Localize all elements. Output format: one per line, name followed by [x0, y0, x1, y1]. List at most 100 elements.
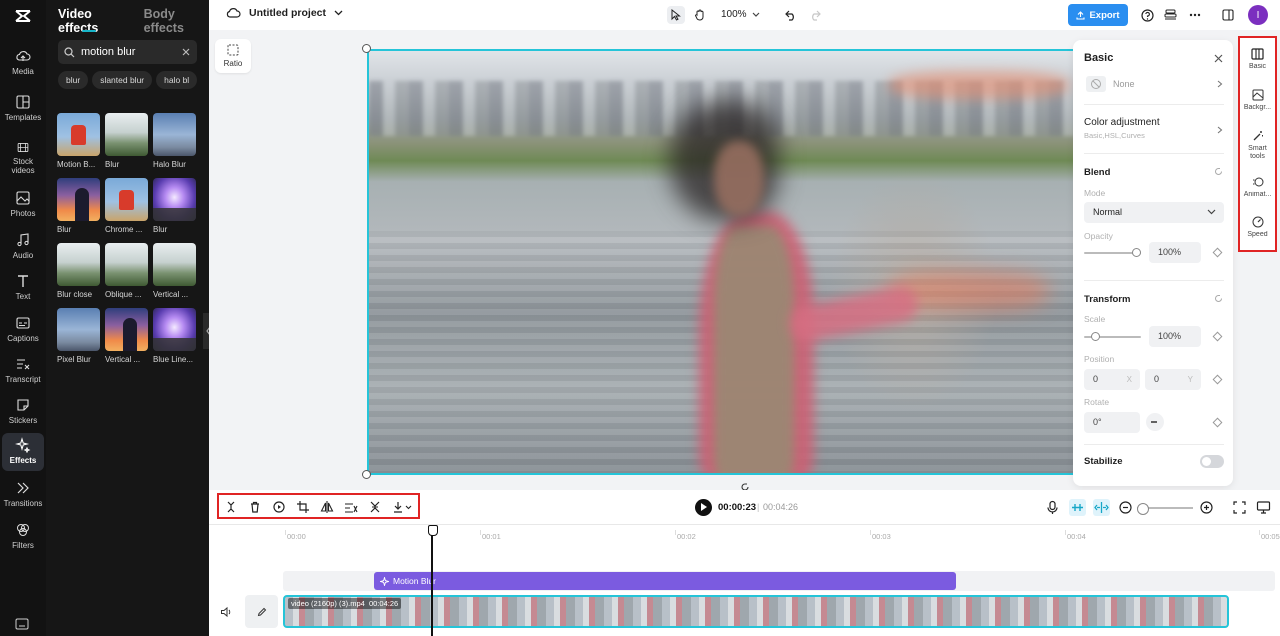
resize-handle-bottom-left[interactable] [362, 470, 371, 479]
close-icon[interactable] [1214, 54, 1223, 63]
speaker-icon[interactable] [220, 606, 232, 618]
timeline[interactable]: 00:00 00:01 00:02 00:03 00:04 00:05 Motion Bl… [209, 525, 1280, 636]
effect-tile[interactable]: Motion B... [57, 113, 100, 169]
mask-none-row[interactable]: None [1084, 76, 1224, 96]
opacity-slider[interactable] [1084, 248, 1141, 257]
redo-button[interactable] [806, 6, 824, 24]
tool-basic[interactable]: Basic [1240, 48, 1275, 71]
stack-button[interactable] [1161, 6, 1179, 24]
fullscreen-icon[interactable] [1232, 500, 1247, 515]
effect-tile[interactable]: Vertical ... [105, 308, 148, 364]
rail-item-filters[interactable]: Filters [2, 518, 44, 556]
clear-search-icon[interactable] [181, 47, 191, 57]
toggle-layout-button[interactable] [1219, 6, 1237, 24]
effect-tile[interactable]: Oblique ... [105, 243, 148, 299]
rail-item-audio[interactable]: Audio [2, 228, 44, 266]
user-avatar[interactable]: I [1248, 5, 1268, 25]
opacity-input[interactable]: 100% [1149, 242, 1201, 263]
display-settings-icon[interactable] [1256, 500, 1271, 515]
rail-item-templates[interactable]: Templates [2, 90, 44, 128]
resize-handle-top-left[interactable] [362, 44, 371, 53]
keyboard-icon[interactable] [15, 618, 29, 630]
reset-icon[interactable] [1214, 294, 1223, 303]
chip-halo-blur[interactable]: halo bl [156, 71, 198, 89]
rotate-dial[interactable] [1146, 413, 1164, 431]
tab-body-effects[interactable]: Body effects [144, 7, 209, 35]
zoom-in-icon[interactable] [1199, 500, 1214, 515]
rail-item-photos[interactable]: Photos [2, 186, 44, 224]
more-options-button[interactable] [1186, 6, 1204, 24]
adjust-speed-icon[interactable] [344, 500, 358, 514]
effect-tile[interactable]: Chrome ... [105, 178, 148, 234]
effects-search-box[interactable] [58, 40, 197, 64]
help-button[interactable] [1138, 6, 1156, 24]
cover-button[interactable] [245, 595, 278, 628]
freeze-icon[interactable] [368, 500, 382, 514]
chip-slanted-blur[interactable]: slanted blur [92, 71, 153, 89]
tool-background[interactable]: Backgr... [1240, 89, 1275, 112]
search-input[interactable] [81, 46, 167, 58]
position-y-input[interactable]: 0Y [1145, 369, 1201, 390]
effect-tile[interactable]: Blur [153, 178, 196, 234]
rail-item-stock-videos[interactable]: Stock videos [2, 137, 44, 175]
rail-item-transcript[interactable]: Transcript [2, 352, 44, 390]
scale-slider-knob[interactable] [1091, 332, 1100, 341]
split-icon[interactable] [224, 500, 238, 514]
rotate-input[interactable]: 0° [1084, 412, 1140, 433]
position-x-input[interactable]: 0X [1084, 369, 1140, 390]
effect-tile[interactable]: Halo Blur [153, 113, 196, 169]
crop-icon[interactable] [296, 500, 310, 514]
export-button[interactable]: Export [1068, 4, 1128, 26]
color-adjustment-row[interactable]: Color adjustment Basic,HSL,Curves [1084, 117, 1224, 143]
tool-speed[interactable]: Speed [1240, 216, 1275, 239]
tick-mark [1259, 530, 1260, 535]
rail-item-media[interactable]: Media [2, 44, 44, 82]
scale-input[interactable]: 100% [1149, 326, 1201, 347]
transform-label: Transform [1084, 294, 1131, 305]
replace-icon[interactable] [272, 500, 286, 514]
rail-item-text[interactable]: Text [2, 269, 44, 307]
chip-blur[interactable]: blur [58, 71, 89, 89]
scale-keyframe-icon[interactable] [1212, 331, 1223, 342]
zoom-dropdown[interactable]: 100% [721, 9, 760, 20]
playhead[interactable] [428, 525, 438, 636]
hand-tool-button[interactable] [691, 6, 709, 24]
effect-tile[interactable]: Vertical ... [153, 243, 196, 299]
tool-smart-tools[interactable]: Smart tools [1240, 130, 1275, 161]
position-keyframe-icon[interactable] [1212, 374, 1223, 385]
play-button[interactable] [695, 499, 712, 516]
download-dropdown-icon[interactable] [392, 500, 414, 514]
effect-tile[interactable]: Pixel Blur [57, 308, 100, 364]
opacity-slider-knob[interactable] [1132, 248, 1141, 257]
reset-icon[interactable] [1214, 167, 1223, 176]
tool-basic-label: Basic [1248, 63, 1267, 70]
scale-slider[interactable] [1084, 332, 1141, 341]
link-clips-icon[interactable] [1093, 499, 1110, 516]
effect-tile[interactable]: Blur [57, 178, 100, 234]
timeline-zoom-slider[interactable] [1137, 503, 1193, 515]
ratio-button[interactable]: Ratio [215, 39, 251, 73]
rail-item-stickers[interactable]: Stickers [2, 393, 44, 431]
rail-item-effects[interactable]: Effects [2, 433, 44, 471]
flip-icon[interactable] [320, 500, 334, 514]
magnet-snap-icon[interactable] [1069, 499, 1086, 516]
effect-clip-motion-blur[interactable]: Motion Blur [374, 572, 956, 590]
tool-animation[interactable]: Animat... [1240, 176, 1275, 199]
blend-mode-select[interactable]: Normal [1084, 202, 1224, 223]
stabilize-toggle[interactable] [1200, 455, 1224, 468]
rotate-keyframe-icon[interactable] [1212, 417, 1223, 428]
microphone-icon[interactable] [1045, 500, 1060, 515]
undo-button[interactable] [782, 6, 800, 24]
video-preview[interactable] [367, 49, 1077, 475]
video-clip[interactable]: video (2160p) (3).mp4 00:04:26 [283, 595, 1229, 628]
opacity-keyframe-icon[interactable] [1212, 247, 1223, 258]
effect-tile[interactable]: Blur close [57, 243, 100, 299]
rail-item-transitions[interactable]: Transitions [2, 476, 44, 514]
project-title-menu[interactable]: Untitled project [226, 7, 343, 19]
rail-item-captions[interactable]: Captions [2, 311, 44, 349]
effect-tile[interactable]: Blur [105, 113, 148, 169]
zoom-out-icon[interactable] [1118, 500, 1133, 515]
effect-tile[interactable]: Blue Line... [153, 308, 196, 364]
select-tool-button[interactable] [667, 6, 685, 24]
delete-icon[interactable] [248, 500, 262, 514]
